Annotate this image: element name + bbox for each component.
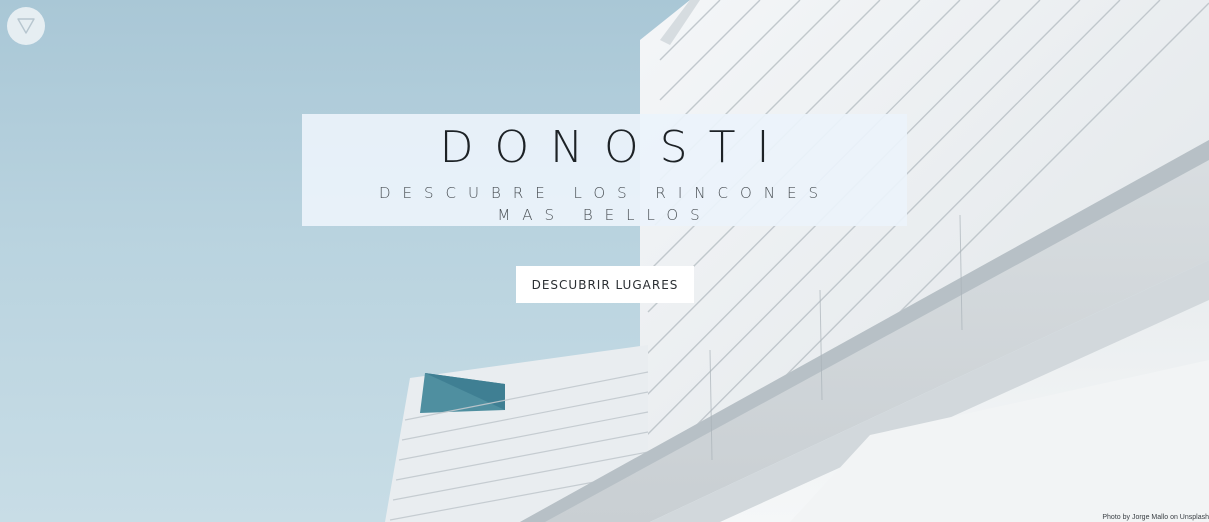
page-title: DONOSTI — [439, 122, 791, 173]
hero-section: DONOSTI DESCUBRE LOS RINCONES MAS BELLOS… — [0, 0, 1209, 522]
title-box: DONOSTI DESCUBRE LOS RINCONES MAS BELLOS — [302, 114, 907, 226]
hero-background-image — [385, 0, 1209, 522]
triangle-down-icon — [17, 18, 35, 34]
photo-credit[interactable]: Photo by Jorge Mallo on Unsplash — [1102, 514, 1209, 521]
page-subtitle: DESCUBRE LOS RINCONES MAS BELLOS — [379, 184, 830, 224]
discover-places-button[interactable]: DESCUBRIR LUGARES — [516, 266, 694, 303]
menu-toggle-button[interactable] — [7, 7, 45, 45]
